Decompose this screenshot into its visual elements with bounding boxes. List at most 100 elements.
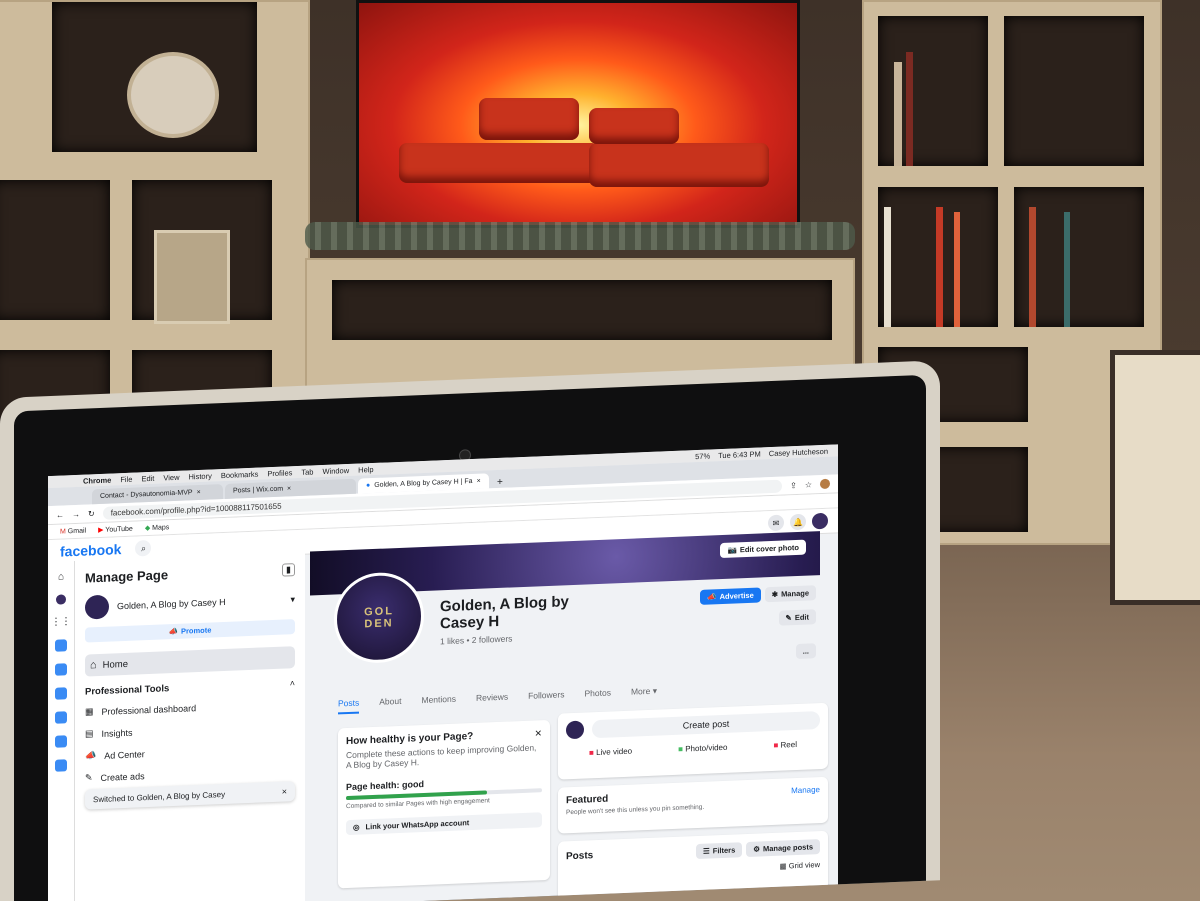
- video-icon[interactable]: [55, 735, 67, 748]
- page-stats[interactable]: 1 likes • 2 followers: [440, 631, 569, 646]
- share-icon[interactable]: ⇪: [790, 480, 797, 489]
- edit-cover-button[interactable]: 📷 Edit cover photo: [720, 539, 806, 559]
- reel-button[interactable]: ■ Reel: [773, 740, 797, 750]
- sidebar-title: Manage Page: [85, 567, 169, 586]
- profile-picture[interactable]: GOL DEN: [334, 570, 424, 665]
- ads-icon[interactable]: [55, 663, 67, 676]
- edit-button[interactable]: ✎ Edit: [778, 609, 816, 626]
- insights-icon[interactable]: [55, 639, 67, 652]
- sidebar-item-create-ads[interactable]: ✎ Create ads: [85, 764, 295, 783]
- facebook-logo[interactable]: facebook: [60, 541, 121, 559]
- sidebar-item-dashboard[interactable]: ▦ Professional dashboard: [85, 698, 295, 717]
- bookmark-gmail[interactable]: M Gmail: [60, 527, 86, 535]
- manage-posts-button[interactable]: ⚙ Manage posts: [746, 839, 820, 858]
- more-actions-button[interactable]: ...: [795, 643, 816, 660]
- sidebar-item-home[interactable]: ⌂ Home: [85, 646, 295, 677]
- menu-tab[interactable]: Tab: [301, 467, 313, 476]
- facebook-favicon-icon: ●: [366, 482, 371, 490]
- account-avatar[interactable]: [812, 512, 828, 530]
- page-switcher[interactable]: Golden, A Blog by Casey H ▾: [85, 587, 295, 620]
- tab-more[interactable]: More ▾: [631, 686, 657, 703]
- battery-percent[interactable]: 57%: [695, 451, 710, 461]
- dashboard-icon: ▦: [85, 706, 94, 717]
- chevron-up-icon: ˄: [289, 678, 295, 689]
- menu-history[interactable]: History: [189, 471, 212, 481]
- facebook-body: ⌂ ⋮⋮ Manage Page ▮ Golden, A Blog by Cas…: [48, 530, 838, 901]
- new-tab-button[interactable]: +: [491, 477, 509, 489]
- forward-icon[interactable]: →: [72, 509, 80, 518]
- menu-file[interactable]: File: [120, 474, 132, 483]
- close-icon[interactable]: ×: [287, 485, 291, 492]
- health-description: Complete these actions to keep improving…: [346, 742, 537, 771]
- home-icon[interactable]: ⌂: [58, 571, 64, 582]
- inbox-icon[interactable]: [55, 687, 67, 700]
- menu-user[interactable]: Casey Hutcheson: [769, 446, 828, 457]
- reel-icon: ■: [773, 740, 779, 750]
- framed-photo: [154, 230, 230, 324]
- create-post-button[interactable]: Create post: [592, 711, 820, 739]
- menu-view[interactable]: View: [163, 472, 179, 482]
- pencil-icon: ✎: [85, 772, 93, 783]
- menu-help[interactable]: Help: [358, 464, 373, 474]
- profile-avatar[interactable]: [820, 478, 830, 490]
- manage-button[interactable]: ✱ Manage: [764, 585, 816, 603]
- bookmark-maps[interactable]: ◆ Maps: [145, 523, 169, 532]
- calendar-icon[interactable]: [55, 711, 67, 724]
- filters-button[interactable]: ☰ Filters: [696, 842, 743, 860]
- sidebar-item-label: Ad Center: [104, 748, 145, 761]
- laptop-bezel: Chrome File Edit View History Bookmarks …: [14, 374, 926, 901]
- fire-log: [589, 108, 679, 144]
- tab-posts[interactable]: Posts: [338, 697, 360, 715]
- whatsapp-button[interactable]: ◎ Link your WhatsApp account: [346, 812, 542, 836]
- close-icon[interactable]: ×: [477, 478, 481, 485]
- page-main: 📷 Edit cover photo GOL DEN Golden, A Blog…: [310, 530, 838, 901]
- photo-video-button[interactable]: ■ Photo/video: [678, 743, 727, 754]
- video-camera-icon: ■: [589, 748, 594, 758]
- toast-text: Switched to Golden, A Blog by Casey: [93, 789, 226, 804]
- menu-window[interactable]: Window: [322, 465, 349, 475]
- tab-reviews[interactable]: Reviews: [476, 692, 508, 709]
- menu-clock[interactable]: Tue 6:43 PM: [718, 449, 761, 460]
- grid-view-tab[interactable]: ▦ Grid view: [566, 860, 820, 879]
- wrench-icon: ✱: [771, 589, 779, 600]
- page-avatar-icon[interactable]: [56, 594, 66, 605]
- back-icon[interactable]: ←: [56, 510, 64, 519]
- gmail-icon: M: [60, 527, 66, 536]
- sidebar-item-ad-center[interactable]: 📣 Ad Center: [85, 742, 295, 761]
- laptop-screen: Chrome File Edit View History Bookmarks …: [48, 444, 838, 901]
- search-icon[interactable]: ⌕: [135, 539, 152, 557]
- tab-followers[interactable]: Followers: [528, 689, 564, 706]
- tab-photos[interactable]: Photos: [584, 687, 610, 704]
- fire-log: [479, 98, 579, 140]
- collapse-sidebar-icon[interactable]: ▮: [282, 563, 295, 577]
- sidebar-item-insights[interactable]: ▤ Insights: [85, 720, 295, 739]
- promote-button[interactable]: 📣 Promote: [85, 619, 295, 643]
- section-heading: Professional Tools: [85, 683, 170, 698]
- bookmark-youtube[interactable]: ▶ YouTube: [98, 525, 133, 534]
- manage-featured-link[interactable]: Manage: [791, 785, 820, 797]
- manage-page-sidebar: Manage Page ▮ Golden, A Blog by Casey H …: [75, 551, 305, 901]
- live-video-button[interactable]: ■ Live video: [589, 747, 632, 758]
- youtube-icon: ▶: [98, 526, 104, 535]
- people-icon[interactable]: [55, 759, 67, 772]
- close-icon[interactable]: ×: [197, 489, 201, 496]
- menu-profiles[interactable]: Profiles: [267, 468, 292, 478]
- advertise-button[interactable]: 📣 Advertise: [700, 587, 761, 605]
- professional-tools-section[interactable]: Professional Tools ˄: [85, 678, 295, 697]
- messenger-icon[interactable]: ✉: [768, 514, 784, 532]
- notifications-icon[interactable]: 🔔: [790, 513, 806, 531]
- bookmark-star-icon[interactable]: ☆: [805, 480, 812, 489]
- chevron-down-icon[interactable]: ▾: [290, 594, 295, 605]
- tab-label: Contact - Dysautonomia-MVP: [100, 489, 193, 500]
- fire-log: [399, 143, 599, 183]
- menu-edit[interactable]: Edit: [141, 473, 154, 483]
- menu-chrome[interactable]: Chrome: [83, 475, 111, 485]
- close-icon[interactable]: ✕: [534, 728, 542, 739]
- menu-bookmarks[interactable]: Bookmarks: [221, 469, 259, 480]
- tab-about[interactable]: About: [379, 696, 401, 713]
- reload-icon[interactable]: ↻: [88, 509, 95, 518]
- tab-mentions[interactable]: Mentions: [421, 694, 456, 711]
- close-icon[interactable]: ×: [282, 786, 287, 796]
- grid-icon[interactable]: ⋮⋮: [51, 616, 71, 628]
- decorative-plate: [127, 52, 219, 138]
